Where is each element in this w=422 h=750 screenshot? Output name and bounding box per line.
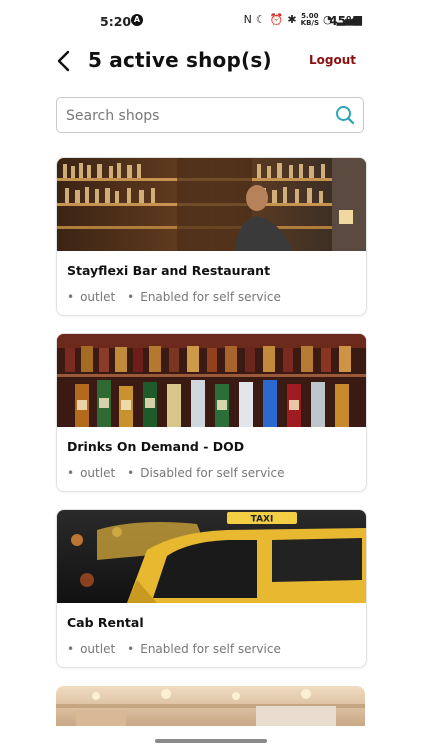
- shop-service-status: Enabled for self service: [127, 290, 281, 304]
- shop-meta: outlet Disabled for self service: [67, 466, 284, 480]
- shop-type: outlet: [67, 642, 115, 656]
- status-time: 5:20: [100, 14, 132, 29]
- page-title: 5 active shop(s): [88, 48, 272, 72]
- bar-bartender-image: [57, 158, 366, 251]
- search-input[interactable]: [64, 98, 328, 133]
- banquet-hall-image: [56, 686, 365, 726]
- shop-type: outlet: [67, 290, 115, 304]
- shop-card[interactable]: Drinks On Demand - DOD outlet Disabled f…: [56, 333, 367, 492]
- alarm-icon: ⏰: [269, 13, 284, 26]
- shop-meta: outlet Enabled for self service: [67, 642, 281, 656]
- shop-card[interactable]: Stayflexi Bar and Restaurant outlet Enab…: [56, 157, 367, 316]
- shop-meta: outlet Enabled for self service: [67, 290, 281, 304]
- network-speed: 5.00 KB/S: [300, 12, 319, 27]
- shop-service-status: Enabled for self service: [127, 642, 281, 656]
- shop-card[interactable]: TAXI Cab Rental outlet Enabled for self …: [56, 509, 367, 668]
- header: 5 active shop(s) Logout: [0, 42, 422, 82]
- shop-name: Drinks On Demand - DOD: [67, 439, 245, 454]
- shop-service-status: Disabled for self service: [127, 466, 284, 480]
- nfc-icon: N: [243, 13, 252, 26]
- shop-type: outlet: [67, 466, 115, 480]
- battery-level: 45%: [329, 14, 358, 28]
- search-box: [56, 97, 364, 133]
- search-icon[interactable]: [335, 105, 355, 125]
- moon-icon: ☾: [255, 13, 266, 26]
- shop-name: Cab Rental: [67, 615, 144, 630]
- shop-name: Stayflexi Bar and Restaurant: [67, 263, 271, 278]
- app-notification-icon: A: [131, 14, 143, 26]
- liquor-bottles-image: [57, 334, 366, 427]
- status-bar: 5:20 A N ☾ ⏰ ✱ 5.00 KB/S ◔ ▂▄▆ 45%: [0, 0, 422, 42]
- shop-card[interactable]: [56, 686, 365, 726]
- back-arrow-icon[interactable]: [54, 49, 74, 73]
- bluetooth-icon: ✱: [287, 13, 297, 26]
- svg-text:TAXI: TAXI: [251, 515, 274, 525]
- home-indicator[interactable]: [155, 739, 267, 743]
- logout-button[interactable]: Logout: [309, 53, 356, 67]
- taxi-image: TAXI: [57, 510, 366, 603]
